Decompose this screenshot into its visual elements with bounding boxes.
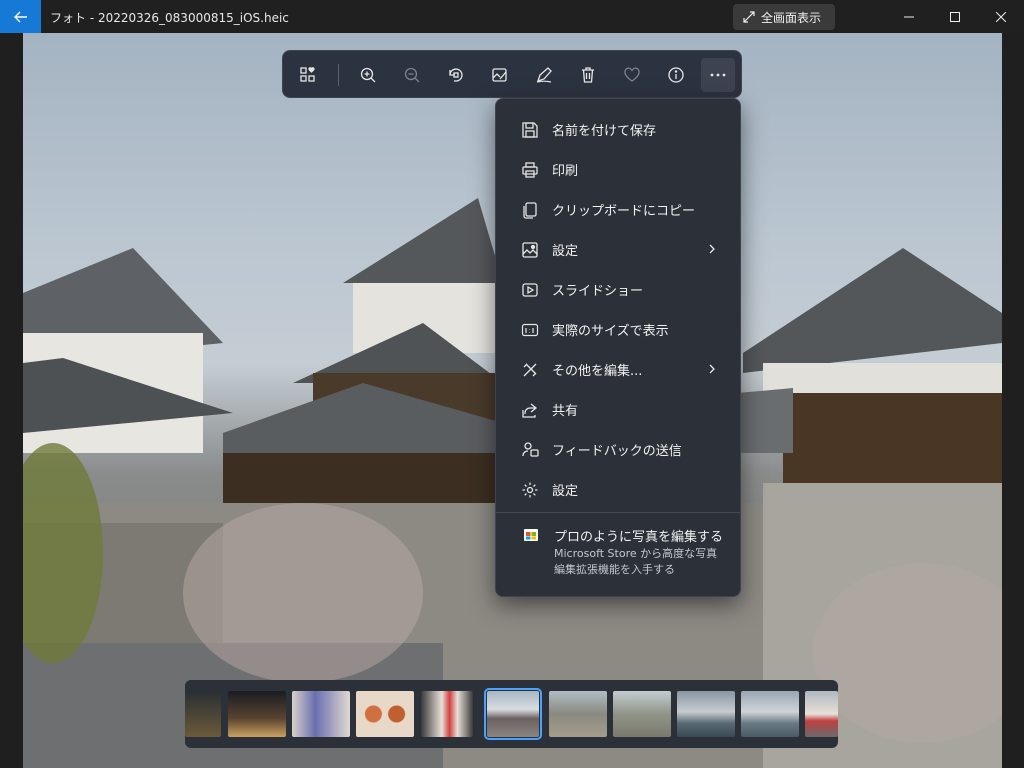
chevron-right-icon [709,244,715,254]
actual-size-icon [521,323,539,337]
more-button[interactable] [701,58,735,92]
menu-item-label: その他を編集... [552,364,643,379]
title-bar: フォト - 20220326_083000815_iOS.heic 全画面表示 [0,0,1024,33]
copy-icon [523,202,537,219]
close-icon [996,11,1006,22]
draw-button[interactable] [527,58,561,92]
fullscreen-label: 全画面表示 [761,10,822,25]
save-icon [522,122,538,138]
edit-image-icon [492,68,507,82]
window-title: フォト - 20220326_083000815_iOS.heic [50,11,289,25]
image-toolbar [282,50,742,98]
menu-item-label: 名前を付けて保存 [552,124,657,139]
rotate-icon [449,68,463,82]
menu-item-label: スライドショー [552,284,644,299]
toolbar-separator [338,64,339,86]
zoom-in-button[interactable] [351,58,385,92]
menu-item-copy[interactable]: クリップボードにコピー [501,191,737,227]
thumbnail-4[interactable] [356,691,414,737]
filmstrip [185,680,838,748]
view-all-icon [300,67,315,82]
zoom-in-icon [360,67,376,83]
menu-item-save-as[interactable]: 名前を付けて保存 [501,111,737,147]
zoom-out-button[interactable] [395,58,429,92]
store-icon [524,529,538,541]
promo-line-2: 編集拡張機能を入手する [554,563,675,576]
maximize-button[interactable] [932,0,978,33]
menu-item-settings[interactable]: 設定 [501,471,737,507]
thumbnail-6-selected[interactable] [484,688,542,740]
menu-item-label: 設定 [552,484,579,499]
thumbnail-3[interactable] [292,691,350,737]
info-icon [668,67,684,83]
menu-item-label: 共有 [552,404,579,419]
promo-title: プロのように写真を編集する [554,530,724,545]
favorite-icon [624,67,640,82]
close-button[interactable] [978,0,1024,33]
menu-item-slideshow[interactable]: スライドショー [501,271,737,307]
menu-item-print[interactable]: 印刷 [501,151,737,187]
maximize-icon [950,11,960,22]
thumbnail-10[interactable] [741,691,799,737]
fullscreen-button[interactable]: 全画面表示 [733,4,835,30]
edit-image-button[interactable] [483,58,517,92]
menu-item-label: 印刷 [552,164,579,179]
menu-item-actual-size[interactable]: 実際のサイズで表示 [501,311,737,347]
thumbnail-9[interactable] [677,691,735,737]
thumbnail-5[interactable] [421,691,473,737]
menu-item-label: クリップボードにコピー [552,204,696,219]
favorite-button[interactable] [615,58,649,92]
view-all-button[interactable] [291,58,325,92]
back-button[interactable] [0,0,41,33]
menu-separator [496,512,740,513]
menu-item-set-as[interactable]: 設定 [501,231,737,267]
more-icon [710,73,726,77]
promo-description: Microsoft Store から高度な写真 編集拡張機能を入手する [554,546,717,578]
thumbnail-1[interactable] [185,691,221,737]
thumbnail-11[interactable] [805,691,838,737]
draw-icon [536,67,552,83]
menu-item-share[interactable]: 共有 [501,391,737,427]
thumbnail-2[interactable] [228,691,286,737]
set-as-icon [522,242,538,258]
thumbnail-8[interactable] [613,691,671,737]
delete-button[interactable] [571,58,605,92]
share-icon [522,403,538,418]
more-options-menu: 名前を付けて保存 印刷 クリップボードにコピー 設定 スライドショー 実際のサイ… [495,98,741,597]
store-promo[interactable]: プロのように写真を編集する Microsoft Store から高度な写真 編集… [496,515,740,593]
menu-item-label: 設定 [552,244,579,259]
print-icon [522,162,538,178]
menu-item-label: 実際のサイズで表示 [552,324,669,339]
promo-line-1: Microsoft Store から高度な写真 [554,547,718,560]
minimize-icon [904,16,914,17]
minimize-button[interactable] [886,0,932,33]
zoom-out-icon [404,67,420,83]
expand-icon [743,11,755,23]
menu-item-label: フィードバックの送信 [552,444,682,459]
info-button[interactable] [659,58,693,92]
menu-item-edit-more[interactable]: その他を編集... [501,351,737,387]
back-arrow-icon [13,11,27,22]
menu-item-feedback[interactable]: フィードバックの送信 [501,431,737,467]
delete-icon [582,67,594,83]
feedback-icon [522,442,539,457]
gear-icon [522,482,538,498]
edit-more-icon [523,363,537,377]
thumbnail-7[interactable] [549,691,607,737]
chevron-right-icon [709,364,715,374]
rotate-button[interactable] [439,58,473,92]
slideshow-icon [522,283,538,297]
